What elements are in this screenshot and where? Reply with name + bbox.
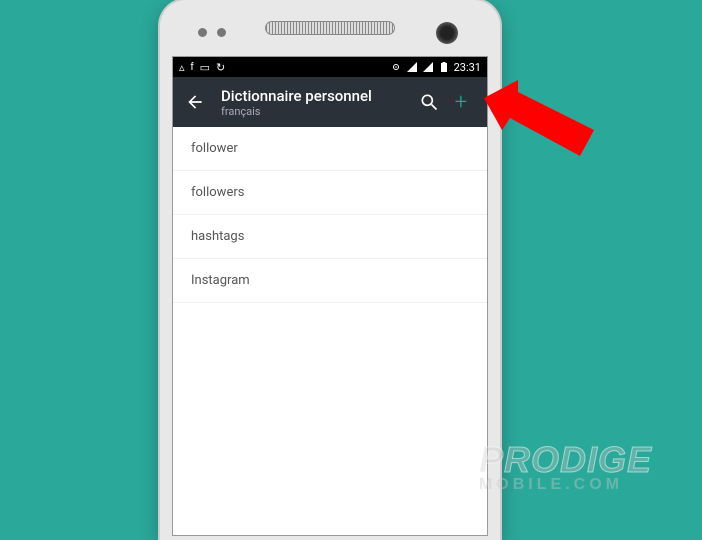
- earpiece-speaker: [265, 21, 395, 35]
- status-bar: ▵ f ▭ ↻ 23:31: [173, 57, 487, 77]
- search-icon: [419, 92, 439, 112]
- watermark-line1: PRODIGE: [479, 444, 652, 476]
- sync-icon: ↻: [216, 61, 225, 74]
- status-right-icons: 23:31: [390, 61, 481, 74]
- word-list: follower followers hashtags Instagram: [173, 127, 487, 303]
- back-button[interactable]: [183, 90, 207, 114]
- page-title: Dictionnaire personnel: [221, 87, 413, 105]
- sensor-dots: [198, 28, 226, 37]
- app-bar: Dictionnaire personnel français +: [173, 77, 487, 127]
- search-button[interactable]: [413, 86, 445, 118]
- list-item-label: hashtags: [191, 229, 244, 244]
- location-icon: [390, 61, 402, 73]
- list-item[interactable]: followers: [173, 171, 487, 215]
- facebook-icon: f: [191, 61, 194, 73]
- list-item[interactable]: Instagram: [173, 259, 487, 303]
- plus-icon: +: [455, 90, 467, 115]
- list-item[interactable]: follower: [173, 127, 487, 171]
- add-button[interactable]: +: [445, 86, 477, 118]
- list-item[interactable]: hashtags: [173, 215, 487, 259]
- phone-frame: ▵ f ▭ ↻ 23:31 Dictionnaire personnel fra…: [160, 0, 500, 540]
- arrow-left-icon: [185, 92, 205, 112]
- phone-screen: ▵ f ▭ ↻ 23:31 Dictionnaire personnel fra…: [172, 56, 488, 536]
- signal-icon-2: [422, 61, 434, 73]
- list-item-label: followers: [191, 185, 244, 200]
- battery-icon: [438, 61, 450, 73]
- title-block: Dictionnaire personnel français: [221, 87, 413, 118]
- annotation-arrow: [484, 80, 604, 170]
- watermark: PRODIGE MOBILE.COM: [479, 444, 652, 494]
- window-icon: ▭: [200, 61, 210, 74]
- signal-icon: [406, 61, 418, 73]
- page-subtitle: français: [221, 105, 413, 118]
- vlc-icon: ▵: [179, 61, 185, 74]
- list-item-label: Instagram: [191, 273, 250, 288]
- status-left-icons: ▵ f ▭ ↻: [179, 61, 225, 74]
- phone-bezel-top: [160, 0, 500, 56]
- list-item-label: follower: [191, 141, 238, 156]
- front-camera: [436, 22, 458, 44]
- clock: 23:31: [454, 61, 481, 74]
